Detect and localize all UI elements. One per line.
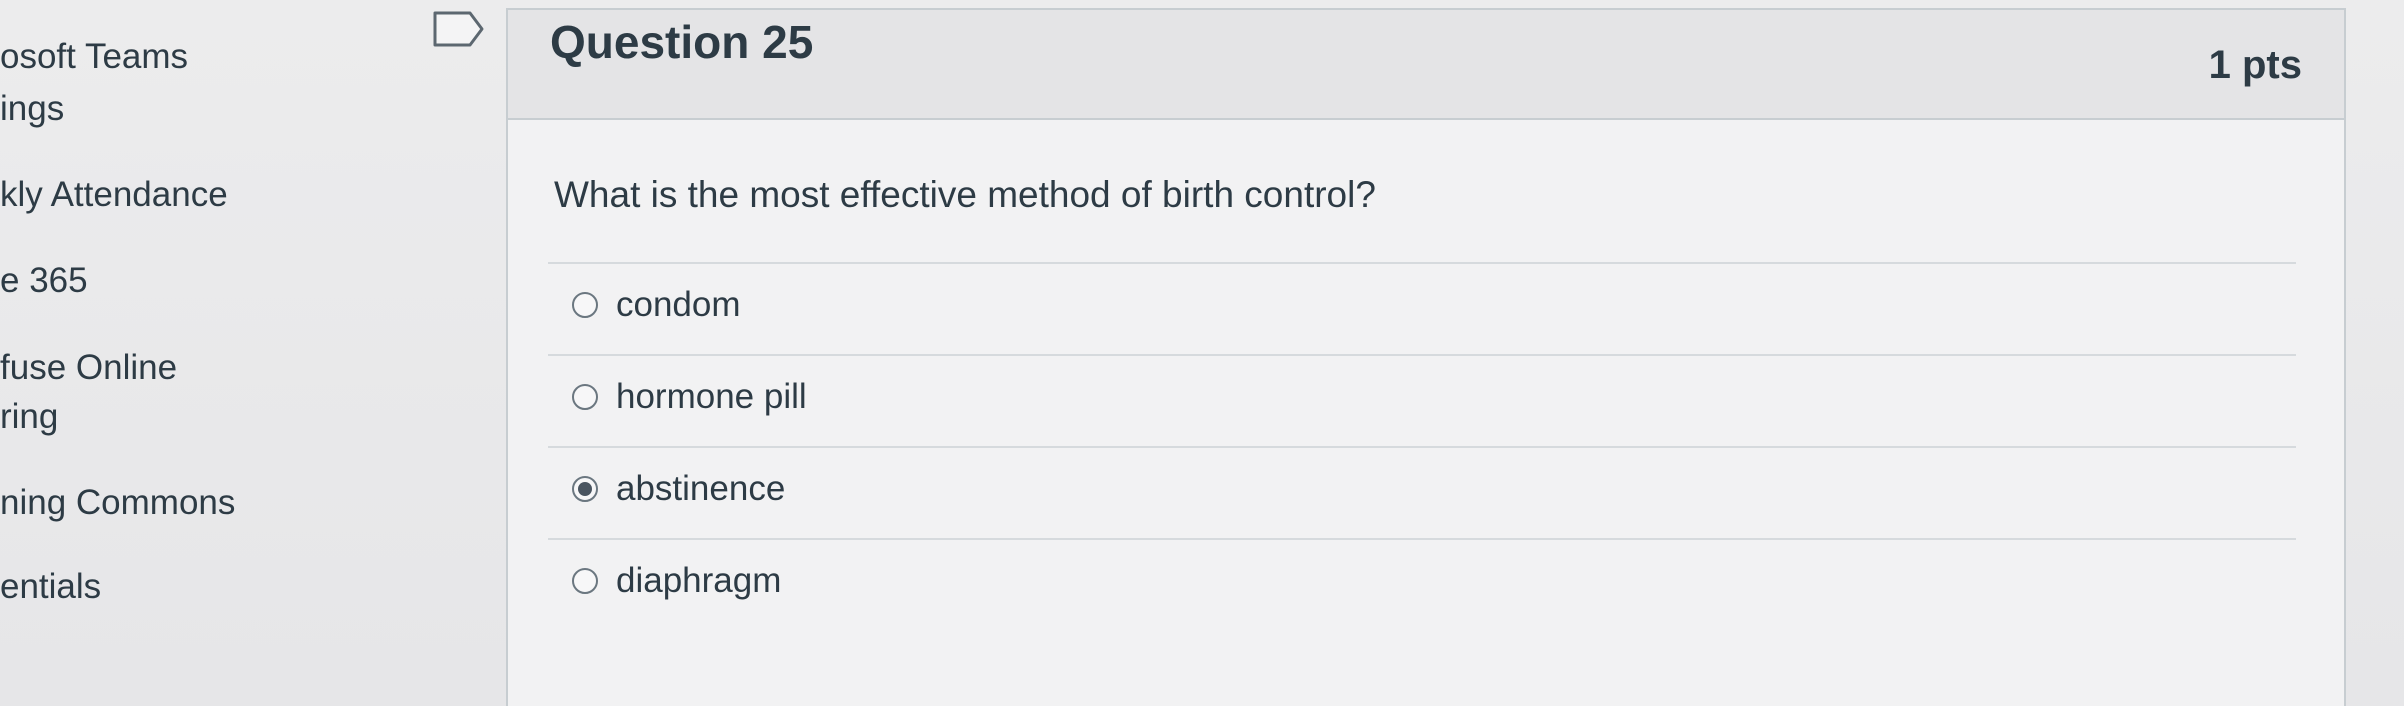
flag-icon[interactable]	[432, 10, 486, 48]
question-points: 1 pts	[2208, 43, 2302, 87]
radio-button-selected[interactable]	[572, 476, 598, 502]
question-card: Question 25 1 pts What is the most effec…	[506, 8, 2346, 706]
radio-button[interactable]	[572, 568, 598, 594]
question-text: What is the most effective method of bir…	[554, 174, 1376, 215]
answer-label[interactable]: diaphragm	[616, 560, 781, 602]
question-header: Question 25 1 pts	[508, 10, 2344, 120]
sidebar-item-learning-commons[interactable]: ning Commons	[0, 482, 235, 524]
sidebar-item-office-365[interactable]: e 365	[0, 260, 88, 302]
question-title: Question 25	[550, 16, 814, 68]
quiz-page: osoft Teams ings kly Attendance e 365 fu…	[0, 0, 2404, 706]
answer-label[interactable]: hormone pill	[616, 376, 807, 418]
sidebar-item-weekly-attendance[interactable]: kly Attendance	[0, 174, 228, 216]
answer-label[interactable]: abstinence	[616, 468, 785, 510]
answer-option-condom[interactable]: condom	[548, 262, 2296, 354]
answer-option-abstinence[interactable]: abstinence	[548, 446, 2296, 538]
sidebar-item-meetings[interactable]: ings	[0, 88, 64, 130]
radio-button[interactable]	[572, 292, 598, 318]
radio-button[interactable]	[572, 384, 598, 410]
sidebar-item-online-tutoring-1[interactable]: fuse Online	[0, 347, 177, 389]
sidebar-item-teams[interactable]: osoft Teams	[0, 36, 188, 78]
course-navigation: osoft Teams ings kly Attendance e 365 fu…	[0, 0, 330, 706]
sidebar-item-online-tutoring-2[interactable]: ring	[0, 396, 58, 438]
answer-label[interactable]: condom	[616, 284, 741, 326]
answer-list: condom hormone pill abstinence diaphragm	[548, 262, 2296, 630]
answer-option-hormone-pill[interactable]: hormone pill	[548, 354, 2296, 446]
sidebar-item-credentials[interactable]: entials	[0, 566, 101, 608]
answer-option-diaphragm[interactable]: diaphragm	[548, 538, 2296, 630]
